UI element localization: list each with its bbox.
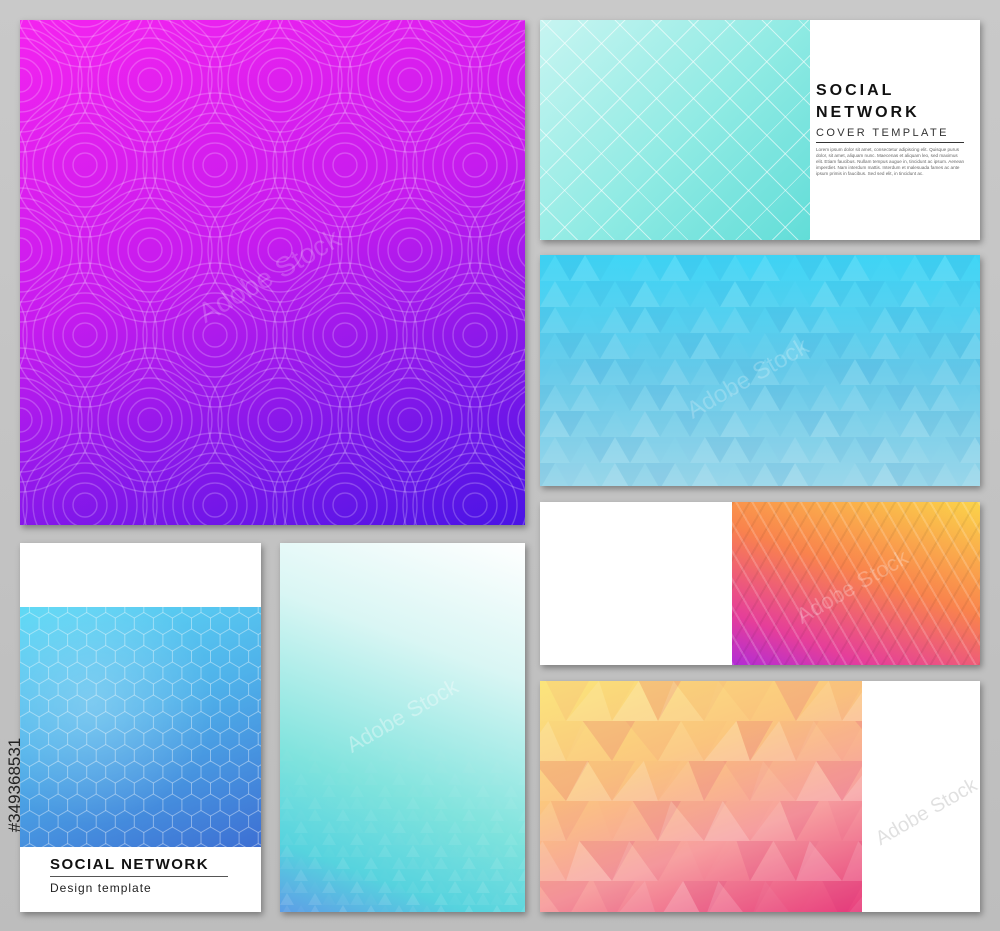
portrait-subtitle: Design template: [50, 881, 152, 895]
cover-body-text: Lorem ipsum dolor sit amet, consectetur …: [816, 147, 965, 176]
lowpoly-facets: [540, 681, 862, 912]
lowpoly-panel: [540, 681, 862, 912]
card-sky-blue-triangles: Adobe Stock: [540, 255, 980, 486]
hexagon-panel: [20, 595, 261, 867]
card-blue-hexagon-portrait: SOCIAL NETWORK Design template: [20, 543, 261, 912]
card-aqua-gradient-portrait: Adobe Stock: [280, 543, 525, 912]
title-underline: [50, 876, 228, 877]
cover-template-subtitle: COVER TEMPLATE: [816, 127, 949, 139]
title-social: SOCIAL: [816, 82, 895, 99]
card-magenta-circles: Adobe Stock: [20, 20, 525, 525]
card-aqua-cover: SOCIAL NETWORK COVER TEMPLATE Lorem ipsu…: [540, 20, 980, 240]
watermark-text: Adobe Stock: [871, 774, 980, 850]
card-warm-lowpoly: Adobe Stock: [540, 681, 980, 912]
aqua-grid-panel: [540, 20, 810, 240]
hexagon-pattern: [20, 595, 261, 867]
title-network: NETWORK: [816, 104, 920, 121]
stock-id-label: #349368531: [5, 737, 24, 833]
card-white-gradient-pattern: Adobe Stock: [540, 502, 980, 665]
underline-divider: [816, 142, 964, 143]
portrait-title: SOCIAL NETWORK: [50, 856, 210, 873]
